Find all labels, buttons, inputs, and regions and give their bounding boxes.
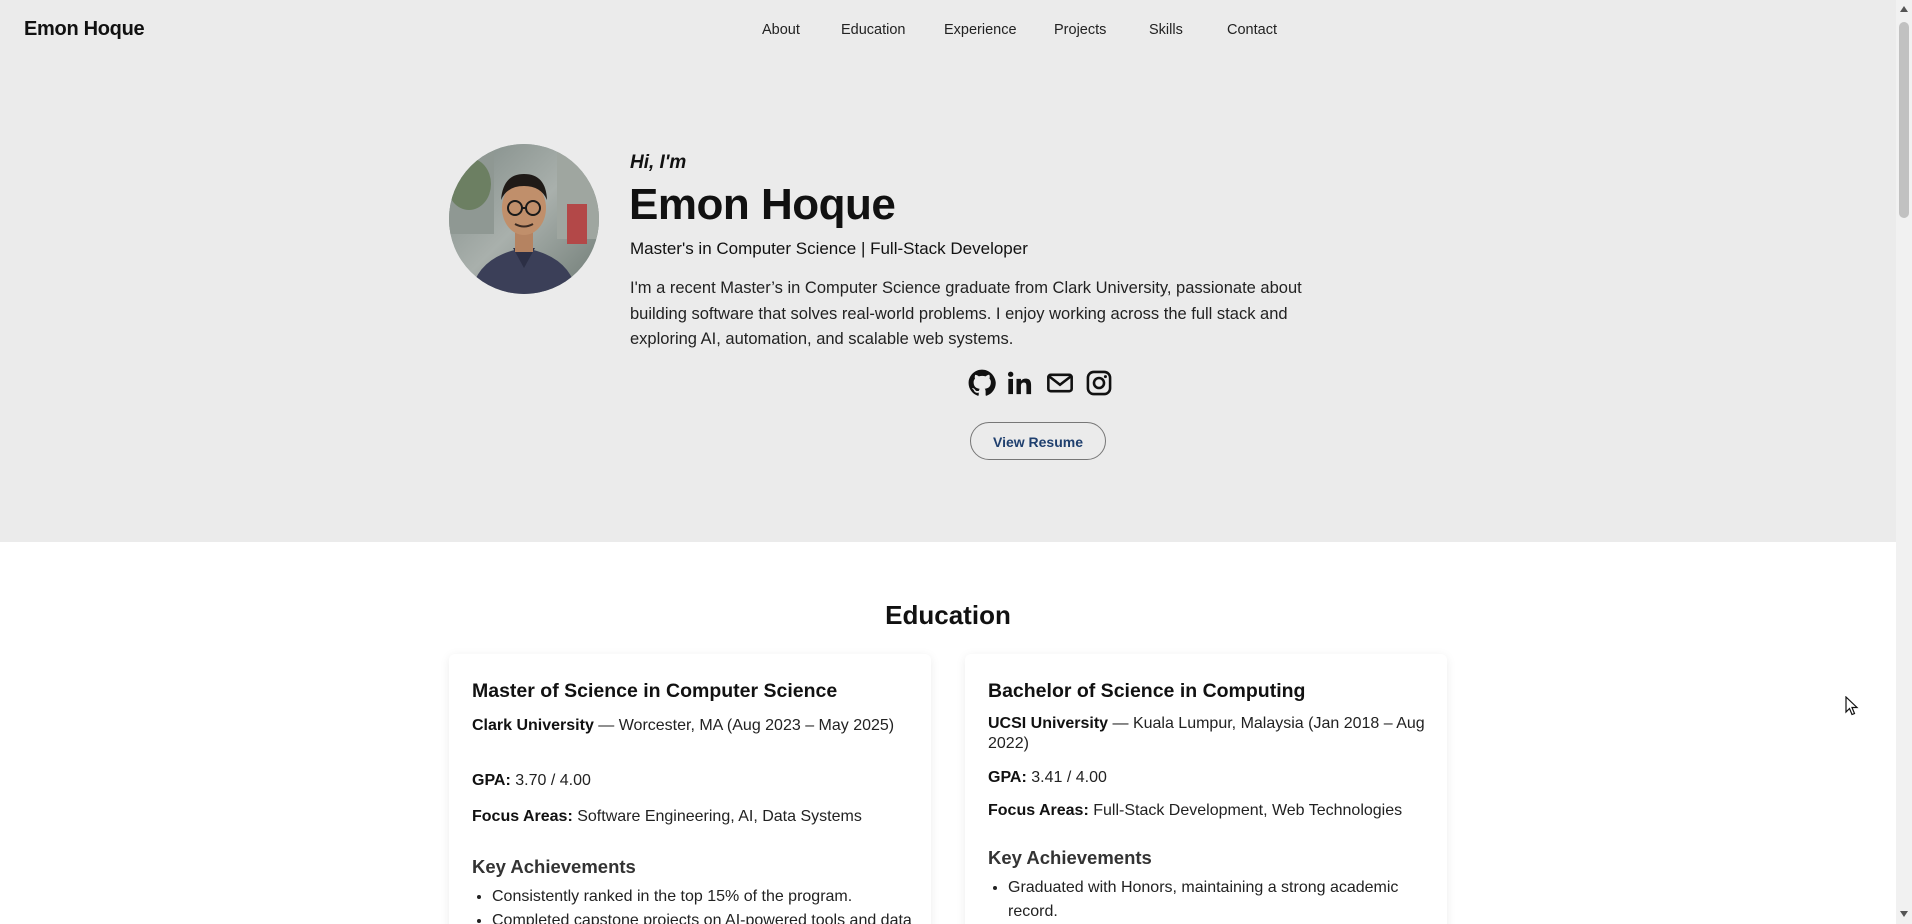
hero-section: Hi, I'm Emon Hoque Master's in Computer … xyxy=(0,62,1896,542)
degree-title: Master of Science in Computer Science xyxy=(472,680,838,702)
top-navbar: Emon Hoque About Education Experience Pr… xyxy=(0,0,1896,62)
hero-greeting: Hi, I'm xyxy=(630,152,687,173)
nav-link-projects[interactable]: Projects xyxy=(1054,22,1106,38)
gpa-value: 3.70 / 4.00 xyxy=(510,772,591,789)
list-item: Completed capstone projects on AI-powere… xyxy=(492,909,922,924)
focus-label: Focus Areas: xyxy=(988,802,1089,819)
mail-icon[interactable] xyxy=(1046,369,1074,397)
portfolio-page: Emon Hoque About Education Experience Pr… xyxy=(0,0,1896,924)
gpa-line: GPA: 3.70 / 4.00 xyxy=(472,772,591,790)
school-details: — Worcester, MA (Aug 2023 – May 2025) xyxy=(593,717,895,734)
achievements-title: Key Achievements xyxy=(472,856,636,877)
hero-bio: I'm a recent Master’s in Computer Scienc… xyxy=(630,279,1302,348)
focus-value: Software Engineering, AI, Data Systems xyxy=(572,808,862,825)
achievements-list: Consistently ranked in the top 15% of th… xyxy=(472,885,922,924)
nav-link-experience[interactable]: Experience xyxy=(944,22,1017,38)
achievements-title: Key Achievements xyxy=(988,847,1152,868)
nav-link-contact[interactable]: Contact xyxy=(1227,22,1277,38)
scroll-up-icon[interactable] xyxy=(1900,6,1908,12)
scroll-down-icon[interactable] xyxy=(1900,911,1908,917)
school-name: UCSI University xyxy=(988,715,1109,732)
gpa-label: GPA: xyxy=(988,769,1027,786)
profile-photo xyxy=(449,144,599,294)
focus-line: Focus Areas: Software Engineering, AI, D… xyxy=(472,808,862,826)
focus-line: Focus Areas: Full-Stack Development, Web… xyxy=(988,802,1402,820)
degree-title: Bachelor of Science in Computing xyxy=(988,680,1306,702)
school-name: Clark University xyxy=(472,717,594,734)
linkedin-icon[interactable] xyxy=(1006,369,1034,397)
nav-links: About Education Experience Projects Skil… xyxy=(0,22,1896,42)
instagram-icon[interactable] xyxy=(1085,369,1113,397)
school-line: UCSI University — Kuala Lumpur, Malaysia… xyxy=(988,714,1428,754)
mouse-cursor-icon xyxy=(1845,695,1859,716)
hero-name: Emon Hoque xyxy=(629,180,896,229)
nav-link-skills[interactable]: Skills xyxy=(1149,22,1183,38)
list-item: Graduated with Honors, maintaining a str… xyxy=(1008,876,1438,924)
nav-link-education[interactable]: Education xyxy=(841,22,906,38)
github-icon[interactable] xyxy=(968,369,996,397)
gpa-value: 3.41 / 4.00 xyxy=(1026,769,1107,786)
nav-link-about[interactable]: About xyxy=(762,22,800,38)
gpa-label: GPA: xyxy=(472,772,511,789)
list-item: Consistently ranked in the top 15% of th… xyxy=(492,885,922,909)
focus-label: Focus Areas: xyxy=(472,808,573,825)
education-card-bachelors: Bachelor of Science in Computing UCSI Un… xyxy=(965,654,1447,924)
education-section-title: Education xyxy=(885,600,1011,630)
education-card-masters: Master of Science in Computer Science Cl… xyxy=(449,654,931,924)
page-scrollbar[interactable] xyxy=(1896,0,1912,924)
hero-subtitle: Master's in Computer Science | Full-Stac… xyxy=(630,239,1028,258)
gpa-line: GPA: 3.41 / 4.00 xyxy=(988,769,1107,787)
school-line: Clark University — Worcester, MA (Aug 20… xyxy=(472,716,912,736)
focus-value: Full-Stack Development, Web Technologies xyxy=(1088,802,1403,819)
achievements-list: Graduated with Honors, maintaining a str… xyxy=(988,876,1438,924)
view-resume-button[interactable]: View Resume xyxy=(970,422,1106,460)
scrollbar-thumb[interactable] xyxy=(1899,22,1909,218)
